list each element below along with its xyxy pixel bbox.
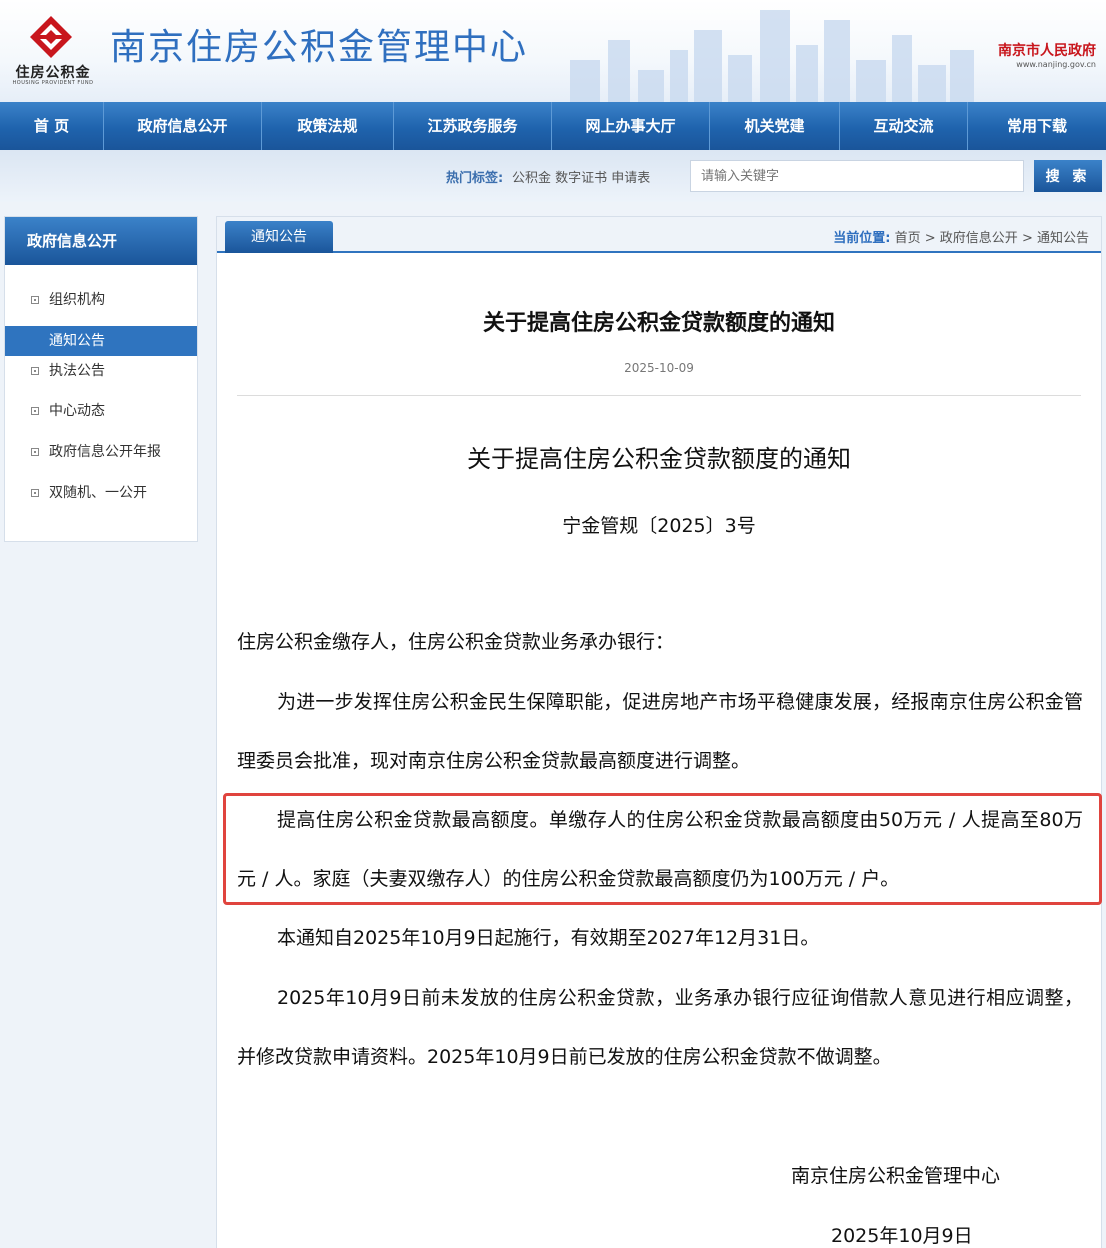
salutation-paragraph: 住房公积金缴存人，住房公积金贷款业务承办银行： bbox=[237, 631, 675, 653]
sidebar-item-label: 政府信息公开年报 bbox=[49, 444, 161, 460]
diamond-logo-icon bbox=[30, 16, 72, 58]
site-title: 南京住房公积金管理中心 bbox=[110, 27, 529, 68]
sidebar-item-label: 通知公告 bbox=[49, 333, 105, 349]
search-input[interactable] bbox=[690, 160, 1024, 192]
article-title: 关于提高住房公积金贷款额度的通知 bbox=[482, 311, 835, 336]
main-nav: 首 页 政府信息公开 政策法规 江苏政务服务 网上办事大厅 机关党建 互动交流 … bbox=[0, 102, 1106, 150]
breadcrumb-separator: > bbox=[1021, 231, 1033, 246]
document-number: 宁金管规〔2025〕3号 bbox=[562, 515, 756, 537]
highlight-annotation bbox=[223, 793, 1102, 905]
hot-tags[interactable]: 公积金 数字证书 申请表 bbox=[512, 167, 650, 186]
nav-party[interactable]: 机关党建 bbox=[710, 102, 840, 150]
sidebar-item-organization[interactable]: 组织机构 bbox=[5, 285, 197, 315]
sidebar-item-enforcement[interactable]: 执法公告 bbox=[5, 356, 197, 386]
square-bullet-icon bbox=[31, 296, 39, 304]
housing-fund-logo[interactable]: 住房公积金 HOUSING PROVIDENT FUND bbox=[10, 14, 96, 90]
nav-interaction[interactable]: 互动交流 bbox=[840, 102, 968, 150]
sidebar-item-label: 双随机、一公开 bbox=[49, 485, 147, 501]
sidebar-item-random-inspection[interactable]: 双随机、一公开 bbox=[5, 478, 197, 508]
search-bar: 热门标签: 公积金 数字证书 申请表 搜 索 bbox=[0, 150, 1106, 202]
sidebar-item-label: 中心动态 bbox=[49, 403, 105, 419]
site-header: 住房公积金 HOUSING PROVIDENT FUND 南京住房公积金管理中心… bbox=[0, 0, 1106, 102]
gov-url: www.nanjing.gov.cn bbox=[1016, 60, 1096, 69]
square-bullet-icon bbox=[31, 448, 39, 456]
divider bbox=[237, 395, 1081, 396]
breadcrumb-notices[interactable]: 通知公告 bbox=[1037, 231, 1089, 246]
sidebar-item-annual-report[interactable]: 政府信息公开年报 bbox=[5, 437, 197, 467]
logo-text-en: HOUSING PROVIDENT FUND bbox=[12, 80, 94, 86]
tab-notices[interactable]: 通知公告 bbox=[225, 221, 333, 253]
article-topbar: 通知公告 当前位置: 首页 > 政府信息公开 > 通知公告 bbox=[217, 217, 1101, 253]
body-paragraph: 2025年10月9日前未发放的住房公积金贷款，业务承办银行应征询借款人意见进行相… bbox=[237, 987, 1083, 1068]
logo-text-cn: 住房公积金 bbox=[15, 65, 91, 81]
breadcrumb-label: 当前位置: bbox=[833, 231, 891, 246]
square-bullet-icon bbox=[31, 489, 39, 497]
sidebar-item-label: 组织机构 bbox=[49, 292, 105, 308]
square-bullet-icon bbox=[31, 407, 39, 415]
sidebar: 政府信息公开 组织机构 通知公告 执法公告 中心动态 政府信息公开年报 双随机、… bbox=[4, 216, 198, 542]
body-paragraph: 为进一步发挥住房公积金民生保障职能，促进房地产市场平稳健康发展，经报南京住房公积… bbox=[237, 691, 1083, 772]
breadcrumb-separator: > bbox=[924, 231, 936, 246]
sidebar-item-notices[interactable]: 通知公告 bbox=[5, 326, 197, 356]
search-button[interactable]: 搜 索 bbox=[1034, 160, 1102, 192]
nav-jiangsu-service[interactable]: 江苏政务服务 bbox=[394, 102, 552, 150]
hot-tags-label: 热门标签: bbox=[446, 171, 504, 186]
nav-home[interactable]: 首 页 bbox=[0, 102, 104, 150]
nanjing-gov-link[interactable]: 南京市人民政府 www.nanjing.gov.cn bbox=[986, 40, 1096, 69]
breadcrumb-home[interactable]: 首页 bbox=[895, 231, 921, 246]
body-paragraph: 本通知自2025年10月9日起施行，有效期至2027年12月31日。 bbox=[277, 927, 820, 949]
gov-name: 南京市人民政府 bbox=[998, 43, 1096, 59]
sidebar-item-label: 执法公告 bbox=[49, 363, 105, 379]
square-bullet-icon bbox=[31, 367, 39, 375]
nav-gov-info[interactable]: 政府信息公开 bbox=[104, 102, 262, 150]
signature-date: 2025年10月9日 bbox=[831, 1225, 973, 1247]
nav-downloads[interactable]: 常用下载 bbox=[968, 102, 1106, 150]
sidebar-title: 政府信息公开 bbox=[5, 217, 197, 265]
sidebar-item-news[interactable]: 中心动态 bbox=[5, 396, 197, 426]
breadcrumb-gov-info[interactable]: 政府信息公开 bbox=[940, 231, 1018, 246]
signature-organization: 南京住房公积金管理中心 bbox=[791, 1165, 1001, 1187]
nav-policy[interactable]: 政策法规 bbox=[262, 102, 394, 150]
nav-online-hall[interactable]: 网上办事大厅 bbox=[552, 102, 710, 150]
article-panel: 通知公告 当前位置: 首页 > 政府信息公开 > 通知公告 关于提高住房公积金贷… bbox=[216, 216, 1102, 1248]
city-skyline-decoration bbox=[570, 10, 974, 102]
document-title: 关于提高住房公积金贷款额度的通知 bbox=[467, 445, 851, 473]
breadcrumb: 当前位置: 首页 > 政府信息公开 > 通知公告 bbox=[833, 227, 1089, 246]
article-date: 2025-10-09 bbox=[624, 361, 694, 375]
